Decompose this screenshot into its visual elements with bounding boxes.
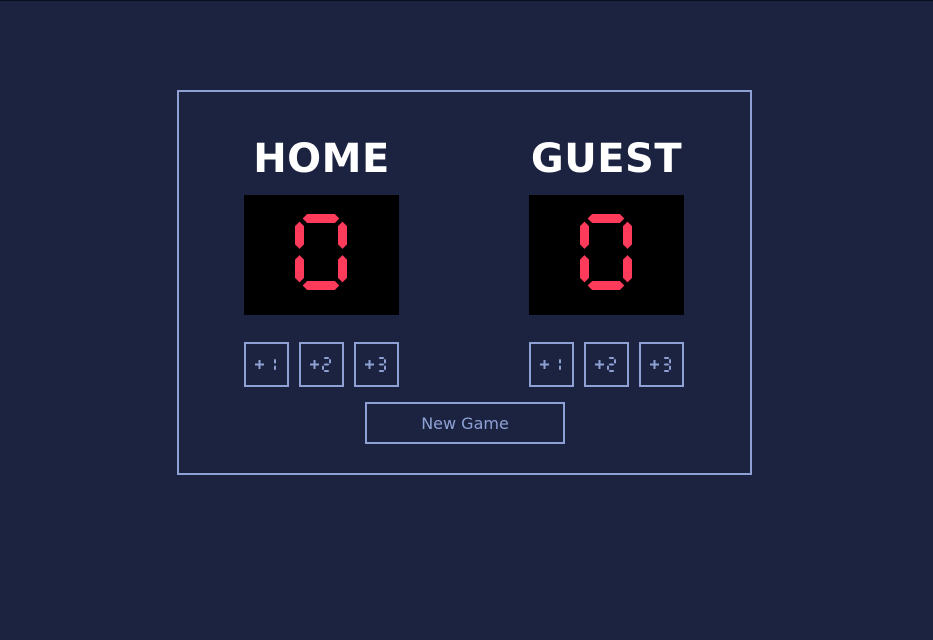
digit-segment-e [295,255,304,283]
guest-add-1-button[interactable]: +1 [529,342,574,387]
guest-button-row: +1 +2 +3 [529,342,684,387]
new-game-button[interactable]: New Game [365,402,565,444]
digit-segment-g [608,363,615,366]
home-add-1-button[interactable]: +1 [244,342,289,387]
digit-segment-b [559,358,561,364]
home-team-name: HOME [253,136,390,182]
digit-segment-a [587,214,625,223]
guest-add-2-button[interactable]: +2 [584,342,629,387]
digit-segment-b [329,358,331,364]
digit-segment-a [663,357,670,359]
digit-segment-e [607,365,609,371]
digit-segment-c [274,365,276,371]
digit-segment-d [378,370,385,372]
digit-segment-b [384,358,386,364]
plus-sign-vertical [313,360,316,369]
digit-segment-f [580,221,589,249]
plus-sign-vertical [543,360,546,369]
scoreboard: HOME 0 +1 +2 +3 GUEST 0 [177,90,752,475]
guest-score-value: 0 [529,195,530,196]
plus-sign-vertical [368,360,371,369]
digit-segment-c [669,365,671,371]
digit-segment-a [608,357,615,359]
plus-one-icon [540,358,561,371]
digit-segment-d [663,370,670,372]
home-score-value: 0 [244,195,245,196]
guest-team-name: GUEST [530,136,683,182]
plus-two-icon [310,357,331,372]
plus-two-icon [595,357,616,372]
digit-segment-d [587,281,625,290]
plus-one-icon [255,358,276,371]
home-add-2-button[interactable]: +2 [299,342,344,387]
digit-segment-a [323,357,330,359]
digit-segment-d [302,281,340,290]
digit-segment-c [338,255,347,283]
home-score-display: 0 [244,195,399,315]
digit-segment-d [323,370,330,372]
digit-segment-c [559,365,561,371]
digit-segment-b [614,358,616,364]
plus-three-icon [365,357,386,372]
digit-segment-g [323,363,330,366]
plus-sign-vertical [653,360,656,369]
guest-score-display: 0 [529,195,684,315]
home-button-row: +1 +2 +3 [244,342,399,387]
digit-segment-b [338,221,347,249]
digit-segment-e [322,365,324,371]
digit-segment-a [302,214,340,223]
digit-segment-b [623,221,632,249]
digit-segment-a [378,357,385,359]
home-score-digit [295,214,347,290]
digit-segment-d [608,370,615,372]
guest-score-digit [580,214,632,290]
plus-three-icon [650,357,671,372]
guest-add-3-button[interactable]: +3 [639,342,684,387]
digit-segment-c [384,365,386,371]
digit-segment-c [623,255,632,283]
digit-segment-e [580,255,589,283]
home-add-3-button[interactable]: +3 [354,342,399,387]
digit-segment-b [669,358,671,364]
digit-segment-g [378,363,385,366]
digit-segment-g [663,363,670,366]
plus-sign-vertical [598,360,601,369]
digit-segment-b [274,358,276,364]
plus-sign-vertical [258,360,261,369]
digit-segment-f [295,221,304,249]
